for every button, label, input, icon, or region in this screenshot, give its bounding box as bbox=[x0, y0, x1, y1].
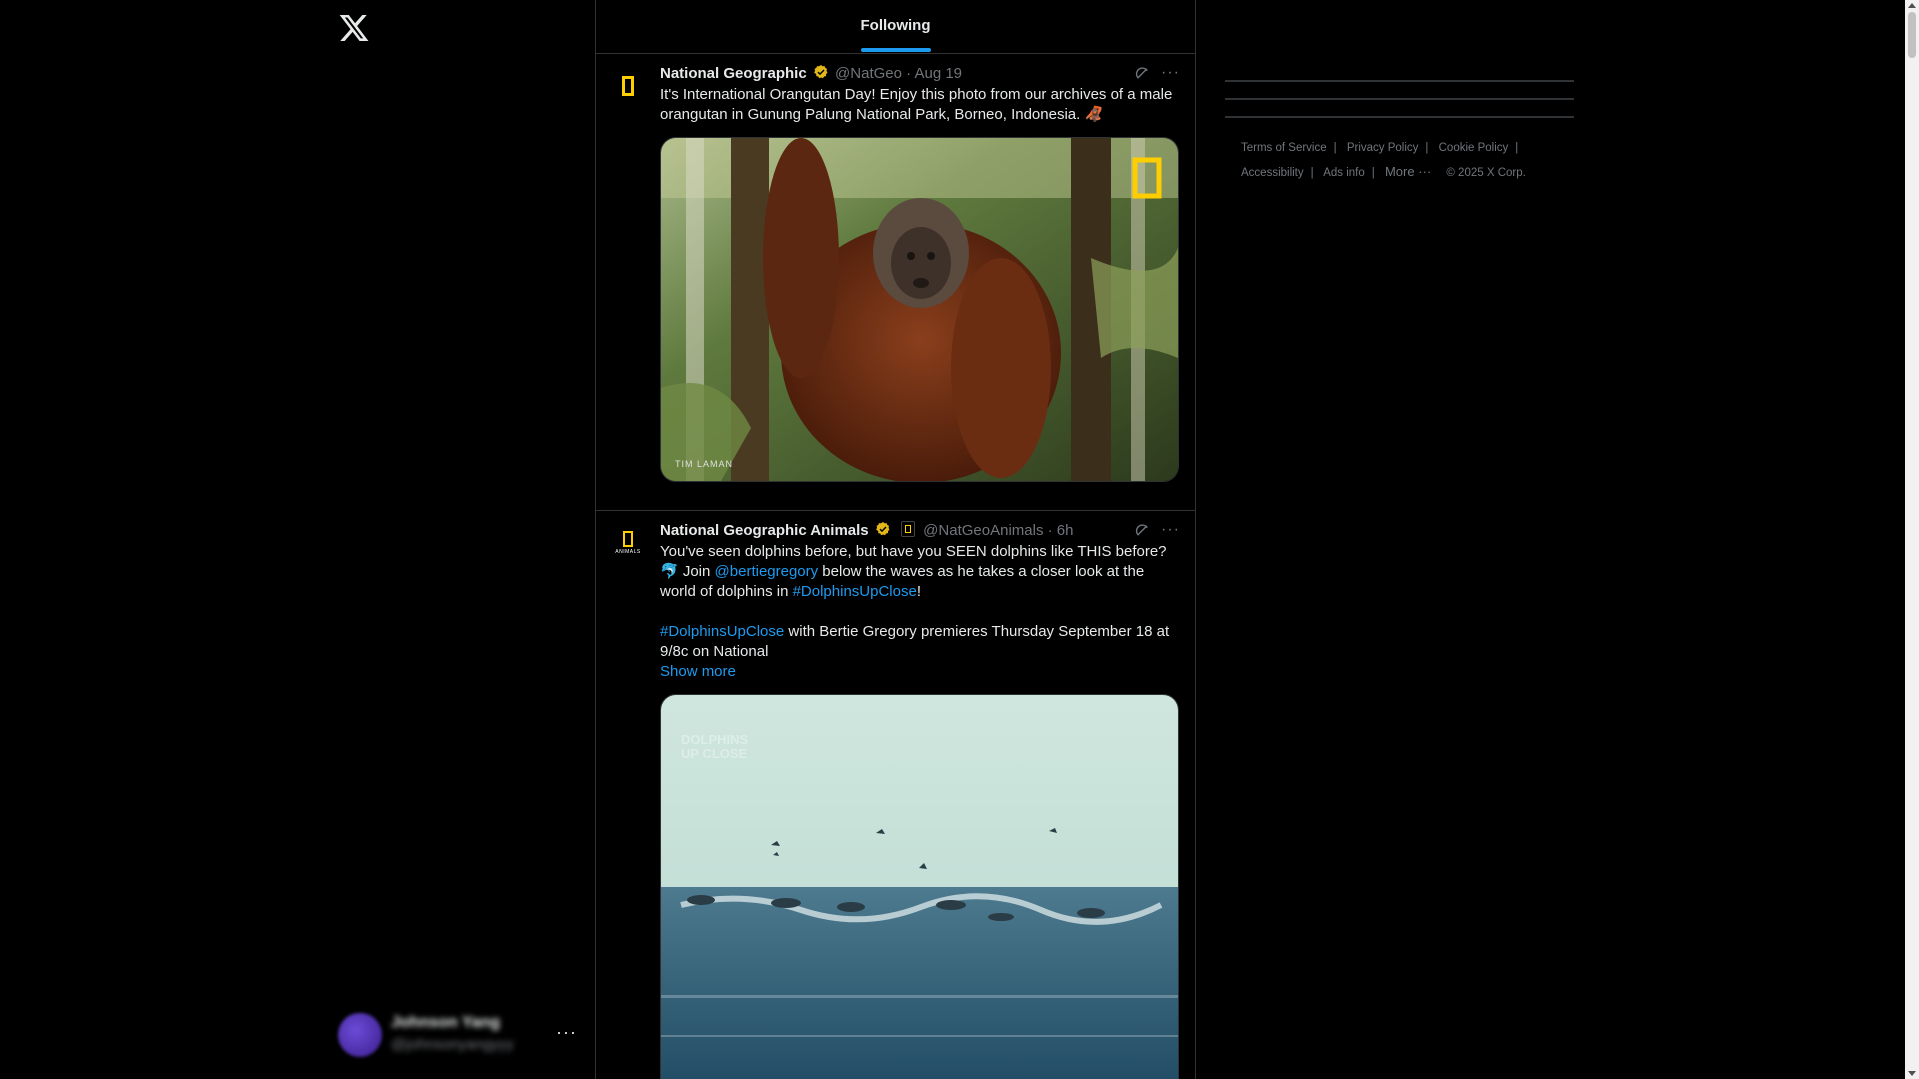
tweet-time[interactable]: 6h bbox=[1057, 522, 1074, 539]
photo-credit: TIM LAMAN bbox=[675, 459, 734, 469]
author-name[interactable]: National Geographic Animals bbox=[660, 522, 869, 539]
hashtag-link[interactable]: #DolphinsUpClose bbox=[660, 623, 784, 640]
active-tab-indicator bbox=[861, 48, 931, 52]
more-icon[interactable]: ··· bbox=[556, 1022, 577, 1043]
author-handle[interactable]: @NatGeo bbox=[835, 65, 902, 82]
tweet-time[interactable]: Aug 19 bbox=[914, 65, 962, 82]
footer-link-privacy[interactable]: Privacy Policy bbox=[1347, 142, 1419, 154]
right-sidebar: Terms of Service | Privacy Policy | Cookie… bbox=[1225, 0, 1574, 1079]
timeline: Following National Geographic @NatGeo · … bbox=[595, 0, 1196, 1079]
avatar-label: ANIMALS bbox=[615, 549, 641, 555]
account-handle: @johnsonyangyyy bbox=[391, 1036, 514, 1053]
divider bbox=[1225, 116, 1574, 118]
footer-links: Terms of Service | Privacy Policy | Cookie… bbox=[1241, 142, 1526, 179]
more-icon[interactable]: ··· bbox=[1161, 65, 1180, 81]
footer-link-terms[interactable]: Terms of Service bbox=[1241, 142, 1327, 154]
x-logo-icon[interactable] bbox=[338, 12, 370, 44]
more-icon[interactable]: ··· bbox=[1161, 522, 1180, 538]
scroll-up-icon[interactable] bbox=[1908, 3, 1916, 8]
author-name[interactable]: National Geographic bbox=[660, 65, 807, 82]
divider bbox=[1225, 80, 1574, 82]
account-switcher[interactable]: Johnson Yang @johnsonyangyyy ··· bbox=[338, 1008, 578, 1062]
avatar bbox=[338, 1013, 382, 1057]
orangutan-photo bbox=[661, 138, 1178, 481]
tweet[interactable]: ANIMALS National Geographic Animals @Nat… bbox=[596, 511, 1195, 1079]
divider bbox=[1225, 98, 1574, 100]
mention-link[interactable]: @bertiegregory bbox=[715, 563, 819, 580]
verified-badge-icon bbox=[814, 65, 828, 79]
account-name: Johnson Yang bbox=[391, 1014, 501, 1031]
grok-icon[interactable] bbox=[1133, 64, 1151, 82]
natgeo-logo-icon bbox=[622, 76, 634, 96]
tweet-video[interactable]: DOLPHINS UP CLOSE bbox=[660, 694, 1179, 1079]
footer-link-more[interactable]: More ··· bbox=[1385, 164, 1431, 179]
scrollbar-thumb[interactable] bbox=[1908, 12, 1916, 58]
affiliate-badge-icon[interactable] bbox=[901, 521, 915, 537]
footer-link-ads[interactable]: Ads info bbox=[1323, 167, 1365, 179]
scroll-down-icon[interactable] bbox=[1908, 1071, 1916, 1076]
tweet-text: You've seen dolphins before, but have yo… bbox=[660, 543, 1170, 660]
footer-link-cookie[interactable]: Cookie Policy bbox=[1439, 142, 1509, 154]
tweet[interactable]: National Geographic @NatGeo · Aug 19 ···… bbox=[596, 54, 1195, 511]
tweet-text: It's International Orangutan Day! Enjoy … bbox=[660, 86, 1173, 123]
show-more-link[interactable]: Show more bbox=[660, 662, 1180, 682]
footer-link-accessibility[interactable]: Accessibility bbox=[1241, 167, 1304, 179]
scrollbar[interactable] bbox=[1905, 0, 1919, 1079]
natgeo-avatar[interactable] bbox=[608, 66, 648, 106]
grok-icon[interactable] bbox=[1133, 521, 1151, 539]
author-handle[interactable]: @NatGeoAnimals bbox=[923, 522, 1043, 539]
natgeo-animals-avatar[interactable]: ANIMALS bbox=[608, 523, 648, 563]
tab-following[interactable]: Following bbox=[596, 17, 1195, 34]
natgeo-logo-icon bbox=[623, 531, 633, 547]
timeline-tabs: Following bbox=[596, 0, 1195, 54]
verified-badge-icon bbox=[875, 522, 890, 536]
copyright: © 2025 X Corp. bbox=[1446, 167, 1526, 179]
video-watermark: DOLPHINS UP CLOSE bbox=[681, 732, 749, 761]
left-navigation: Johnson Yang @johnsonyangyyy ··· bbox=[0, 0, 595, 1079]
tweet-photo[interactable]: TIM LAMAN bbox=[660, 137, 1179, 482]
hashtag-link[interactable]: #DolphinsUpClose bbox=[793, 583, 917, 600]
